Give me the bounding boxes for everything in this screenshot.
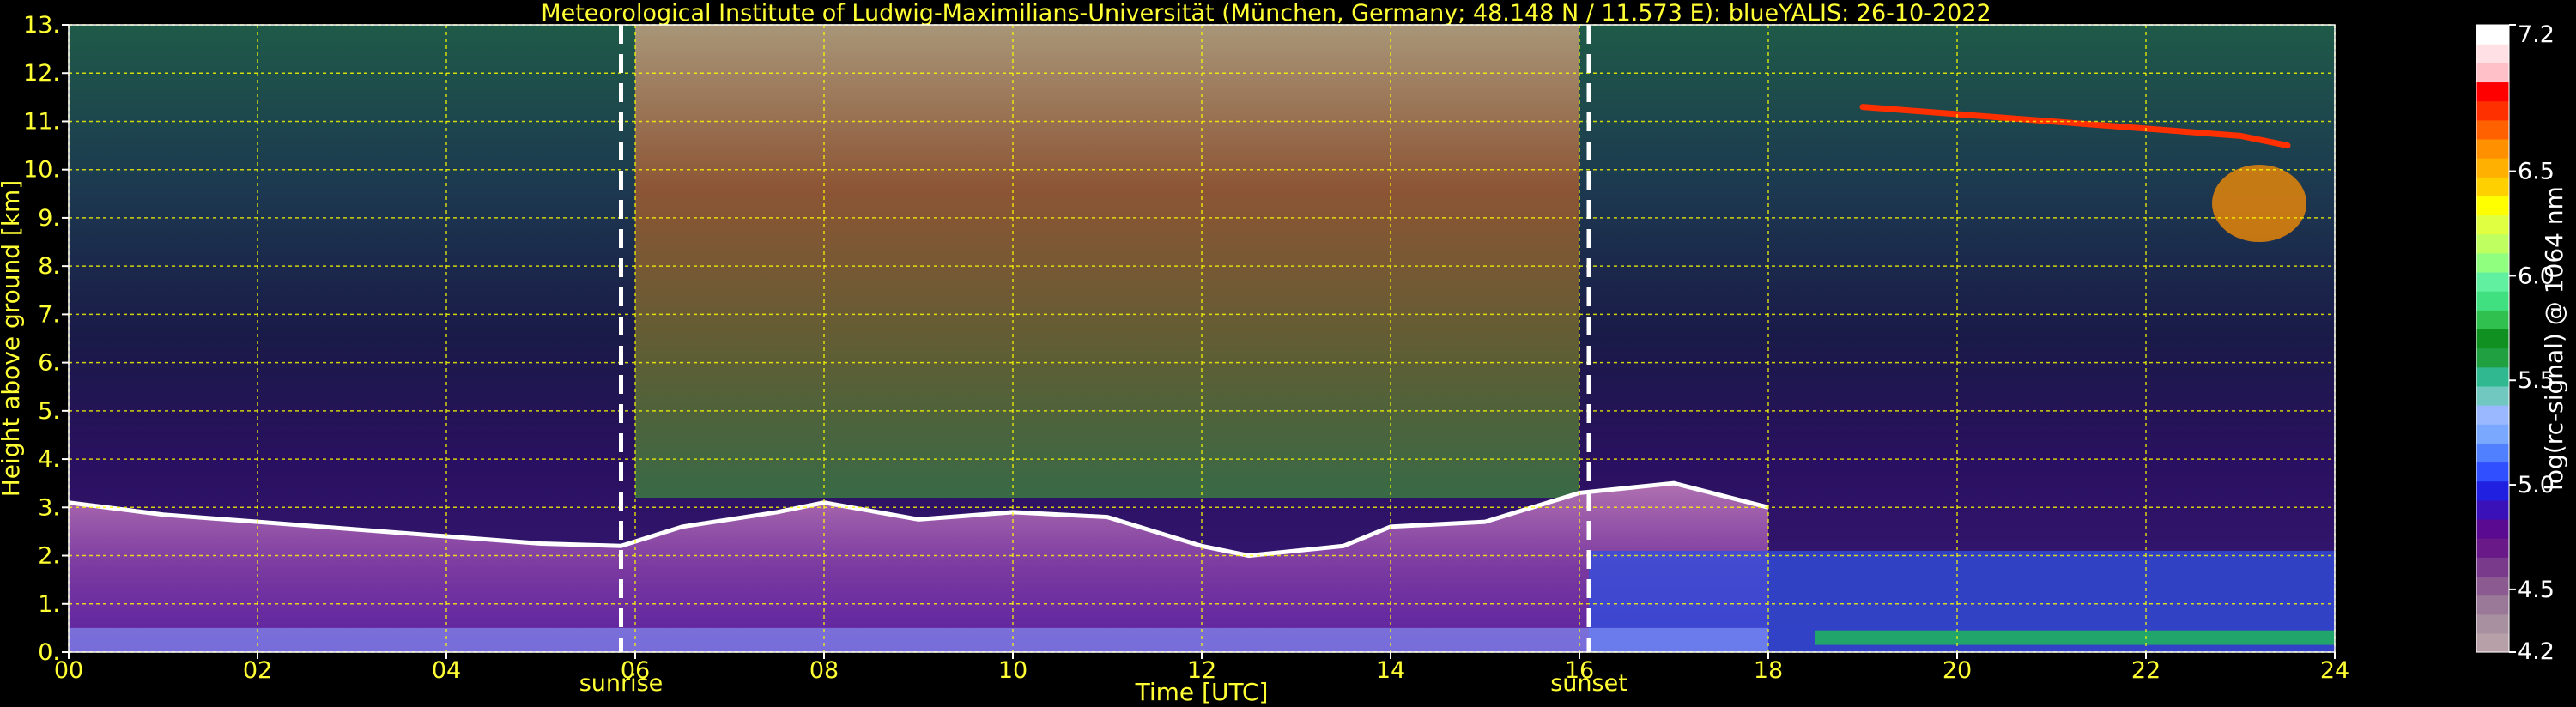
- y-tick-label: 5.: [38, 398, 60, 425]
- colorbar-segment: [2476, 196, 2509, 216]
- colorbar-segment: [2476, 82, 2509, 102]
- colorbar-segment: [2476, 518, 2509, 539]
- colorbar-segment: [2476, 385, 2509, 406]
- colorbar-segment: [2476, 538, 2509, 558]
- colorbar-segment: [2476, 557, 2509, 577]
- colorbar-segment: [2476, 138, 2509, 159]
- colorbar-segment: [2476, 100, 2509, 121]
- y-tick-label: 1.: [38, 591, 60, 618]
- colorbar-segment: [2476, 215, 2509, 235]
- colorbar-segment: [2476, 44, 2509, 63]
- x-axis-label: Time [UTC]: [1135, 678, 1269, 706]
- y-tick-label: 2.: [38, 543, 60, 570]
- colorbar-segment: [2476, 443, 2509, 463]
- y-tick-label: 7.: [38, 301, 60, 328]
- y-tick-label: 13.: [23, 12, 60, 39]
- y-tick-label: 6.: [38, 350, 60, 377]
- colorbar-segment: [2476, 480, 2509, 501]
- x-tick-label: 14: [1376, 657, 1405, 684]
- surface-layer: [1815, 630, 2335, 645]
- colorbar-segment: [2476, 613, 2509, 634]
- colorbar-label: log(rc-signal) @ 1064 nm: [2540, 186, 2568, 491]
- y-tick-label: 9.: [38, 205, 60, 232]
- x-tick-label: 04: [432, 657, 461, 684]
- plot-area: [68, 25, 2335, 652]
- lidar-chart: sunrise sunset 00 02 04 06 08 10 12 14 16 18 20 22 24…: [0, 12, 2568, 706]
- colorbar: 4.24.55.05.56.06.57.2log(rc-signal) @ 10…: [2476, 21, 2568, 665]
- y-tick-label: 12.: [23, 60, 60, 87]
- colorbar-segment: [2476, 25, 2509, 45]
- y-tick-label: 10.: [23, 157, 60, 184]
- x-tick-label: 22: [2131, 657, 2161, 684]
- x-tick-label: 24: [2320, 657, 2349, 684]
- x-tick-label: 06: [621, 657, 650, 684]
- y-tick-label: 4.: [38, 446, 60, 473]
- colorbar-segment: [2476, 291, 2509, 311]
- y-tick-label: 0.: [38, 639, 60, 666]
- colorbar-segment: [2476, 310, 2509, 330]
- colorbar-segment: [2476, 252, 2509, 273]
- y-tick-label: 11.: [23, 108, 60, 135]
- colorbar-tick-label: 4.5: [2518, 577, 2555, 603]
- colorbar-tick-label: 7.2: [2518, 21, 2555, 48]
- y-tick-label: 8.: [38, 253, 60, 280]
- x-tick-label: 10: [998, 657, 1027, 684]
- colorbar-segment: [2476, 271, 2509, 292]
- colorbar-tick-label: 6.5: [2518, 159, 2555, 185]
- near-surface-layer: [69, 627, 1768, 652]
- x-tick-label: 16: [1565, 657, 1594, 684]
- colorbar-segment: [2476, 158, 2509, 178]
- x-tick-label: 18: [1754, 657, 1783, 684]
- colorbar-segment: [2476, 576, 2509, 596]
- x-tick-label: 02: [243, 657, 272, 684]
- colorbar-segment: [2476, 462, 2509, 482]
- colorbar-segment: [2476, 177, 2509, 196]
- colorbar-segment: [2476, 632, 2509, 653]
- colorbar-segment: [2476, 329, 2509, 349]
- y-tick-label: 3.: [38, 494, 60, 521]
- colorbar-segment: [2476, 233, 2509, 254]
- colorbar-segment: [2476, 595, 2509, 615]
- colorbar-segment: [2476, 63, 2509, 83]
- colorbar-segment: [2476, 366, 2509, 387]
- colorbar-segment: [2476, 424, 2509, 444]
- x-tick-label: 20: [1943, 657, 1972, 684]
- cirrus-patch: [2212, 165, 2306, 243]
- colorbar-segment: [2476, 347, 2509, 368]
- colorbar-segment: [2476, 499, 2509, 520]
- colorbar-segment: [2476, 119, 2509, 140]
- daylight-noise: [635, 25, 1579, 499]
- colorbar-tick-label: 4.2: [2518, 638, 2555, 665]
- colorbar-segment: [2476, 405, 2509, 425]
- x-tick-label: 08: [809, 657, 839, 684]
- y-axis-label: Height above ground [km]: [0, 180, 25, 498]
